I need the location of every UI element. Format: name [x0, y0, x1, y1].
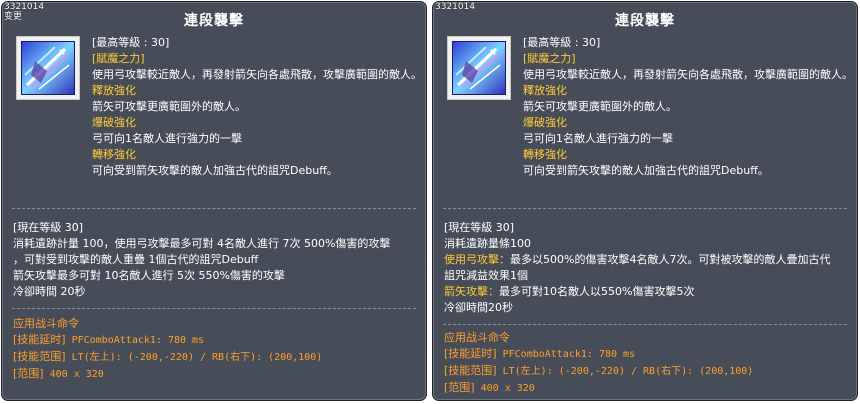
delay-value: PFComboAttack1: 780 ms [496, 349, 636, 360]
skill-main-text: 使用弓攻擊較近敵人，再發射箭矢向各處飛散，攻擊廣範圍的敵人。 [523, 68, 853, 81]
stat-text: 最多可對10名敵人以550%傷害攻擊5次 [499, 285, 695, 298]
skill-icon-frame [16, 36, 80, 100]
stat-line: 消耗遺跡計量 100，使用弓攻擊最多可對 4名敵人進行 7次 500%傷害的攻擊 [13, 237, 391, 250]
delay-value: PFComboAttack1: 780 ms [65, 335, 205, 346]
skill-arrow-icon [452, 41, 506, 95]
stat-line: 消耗遺跡量條100 [444, 237, 531, 250]
enhancement-2-text: 弓可向1名敵人進行強力的一擊 [92, 132, 242, 145]
stat-text: 最多以500%的傷害攻擊4名敵人7次。可對被攻擊的敵人疊加古代 [510, 253, 831, 266]
stat-line: 箭矢攻擊最多可對 10名敵人進行 5次 550%傷害的攻擊 [13, 269, 285, 282]
enhancement-3-name: 轉移強化 [92, 148, 136, 161]
level-stats: [現在等級 30] 消耗遺跡量條100 使用弓攻擊：最多以500%的傷害攻擊4名… [444, 220, 854, 316]
stat-label: 使用弓攻擊： [444, 253, 510, 266]
delay-label: [技能延时] [444, 347, 497, 360]
enhancement-1-text: 箭矢可攻擊更廣範圍外的敵人。 [523, 100, 677, 113]
skill-subtitle: [賦魔之力] [92, 52, 145, 65]
combat-command-info: 应用战斗命令 [技能延时] PFComboAttack1: 780 ms [技能… [444, 330, 854, 397]
stat-label: 箭矢攻擊： [444, 285, 499, 298]
level-stats: [現在等級 30] 消耗遺跡計量 100，使用弓攻擊最多可對 4名敵人進行 7次… [13, 220, 423, 300]
range-label: [技能范围] [13, 350, 66, 363]
current-level: [現在等級 30] [444, 221, 515, 234]
skill-description: [最高等級 : 30] [賦魔之力] 使用弓攻擊較近敵人，再發射箭矢向各處飛散，… [523, 35, 853, 179]
combat-command-info: 应用战斗命令 [技能延时] PFComboAttack1: 780 ms [技能… [13, 316, 423, 383]
enhancement-3-text: 可向受到箭矢攻擊的敵人加強古代的詛咒Debuff。 [92, 164, 338, 177]
area-value: 400 x 320 [474, 383, 535, 394]
skill-tooltip-after: 3321014 連段襲擊 [最高等級 : 30] [賦魔之力] 使用弓攻擊較近敵… [432, 1, 858, 401]
cooldown: 冷卻時間 20秒 [13, 285, 86, 298]
current-level: [現在等級 30] [13, 221, 84, 234]
divider [443, 324, 847, 325]
area-label: [范围] [13, 367, 44, 380]
enhancement-1-name: 釋放強化 [523, 84, 567, 97]
skill-title: 連段襲擊 [184, 13, 244, 29]
area-label: [范围] [444, 381, 475, 394]
stat-line: 詛咒減益效果1個 [444, 269, 528, 282]
enhancement-2-name: 爆破強化 [523, 116, 567, 129]
stat-line: ，可對受到攻擊的敵人重疊 1個古代的詛咒Debuff [13, 253, 259, 266]
skill-tooltip-before: 3321014 变更 連段襲擊 [最高等級 : 30] [賦魔之力] 使用弓攻擊… [1, 1, 427, 401]
enhancement-1-text: 箭矢可攻擊更廣範圍外的敵人。 [92, 100, 246, 113]
enhancement-2-text: 弓可向1名敵人進行強力的一擊 [523, 132, 673, 145]
divider [12, 208, 416, 209]
range-label: [技能范围] [444, 364, 497, 377]
divider [443, 208, 847, 209]
max-level: [最高等級 : 30] [523, 36, 601, 49]
area-value: 400 x 320 [43, 369, 104, 380]
skill-description: [最高等級 : 30] [賦魔之力] 使用弓攻擊較近敵人，再發射箭矢向各處飛散，… [92, 35, 422, 179]
delay-label: [技能延时] [13, 333, 66, 346]
cooldown: 冷卻時間20秒 [444, 301, 513, 314]
combat-header: 应用战斗命令 [13, 317, 79, 330]
skill-main-text: 使用弓攻擊較近敵人，再發射箭矢向各處飛散，攻擊廣範圍的敵人。 [92, 68, 422, 81]
skill-icon-frame [447, 36, 511, 100]
max-level: [最高等級 : 30] [92, 36, 170, 49]
skill-subtitle: [賦魔之力] [523, 52, 576, 65]
skill-title: 連段襲擊 [615, 13, 675, 29]
range-value: LT(左上): (-200,-220) / RB(右下): (200,100) [496, 366, 754, 377]
enhancement-3-text: 可向受到箭矢攻擊的敵人加強古代的詛咒Debuff。 [523, 164, 769, 177]
enhancement-3-name: 轉移強化 [523, 148, 567, 161]
enhancement-1-name: 釋放強化 [92, 84, 136, 97]
range-value: LT(左上): (-200,-220) / RB(右下): (200,100) [65, 352, 323, 363]
enhancement-2-name: 爆破強化 [92, 116, 136, 129]
divider [12, 308, 416, 309]
combat-header: 应用战斗命令 [444, 331, 510, 344]
skill-arrow-icon [21, 41, 75, 95]
